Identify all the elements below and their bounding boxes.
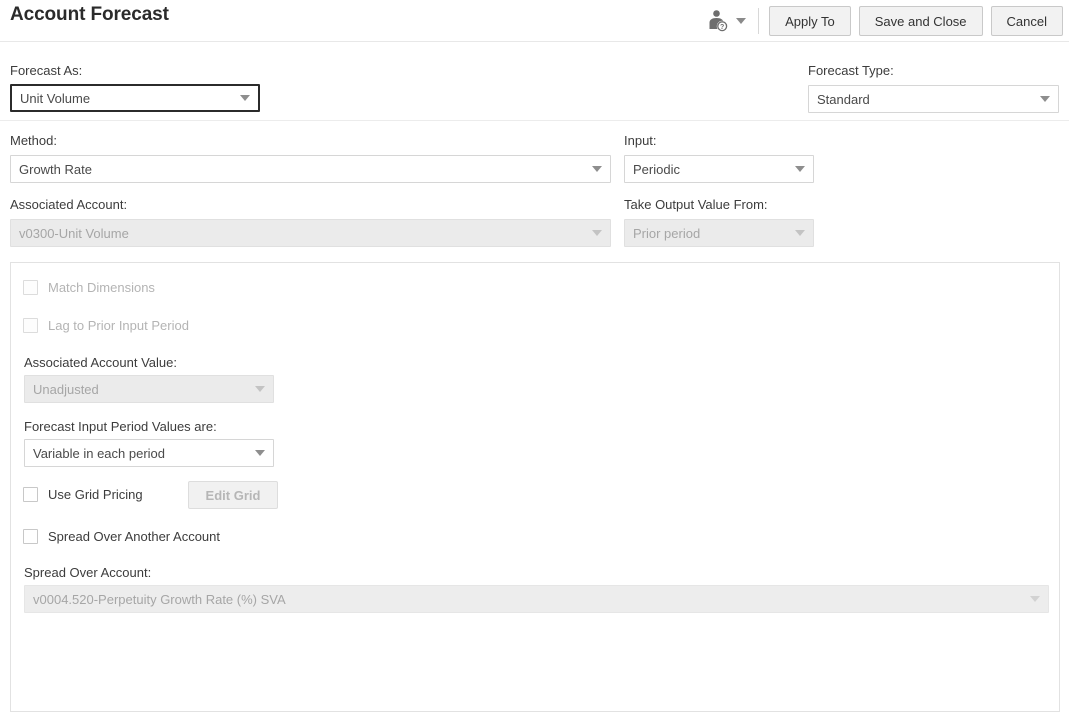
take-output-value-from-label: Take Output Value From: <box>624 197 768 212</box>
use-grid-pricing-row[interactable]: Use Grid Pricing <box>23 487 143 502</box>
chevron-down-icon <box>1030 596 1040 602</box>
spread-over-another-account-row[interactable]: Spread Over Another Account <box>23 529 220 544</box>
forecast-type-label: Forecast Type: <box>808 63 894 78</box>
forecast-options-panel: Match Dimensions Lag to Prior Input Peri… <box>10 262 1060 712</box>
spread-over-account-label: Spread Over Account: <box>24 565 152 580</box>
page-title: Account Forecast <box>10 4 169 25</box>
chevron-down-icon <box>795 230 805 236</box>
associated-account-value-value: Unadjusted <box>33 381 99 397</box>
associated-account-value-label: Associated Account Value: <box>24 355 177 370</box>
forecast-input-period-values-label: Forecast Input Period Values are: <box>24 419 217 434</box>
use-grid-pricing-label: Use Grid Pricing <box>48 487 143 502</box>
input-label: Input: <box>624 133 657 148</box>
chevron-down-icon <box>1040 96 1050 102</box>
chevron-down-icon <box>795 166 805 172</box>
input-value: Periodic <box>633 161 680 177</box>
take-output-value-from-select: Prior period <box>624 219 814 247</box>
forecast-input-period-values-select[interactable]: Variable in each period <box>24 439 274 467</box>
header-rule <box>0 41 1069 42</box>
associated-account-select: v0300-Unit Volume <box>10 219 611 247</box>
associated-account-label: Associated Account: <box>10 197 128 212</box>
spread-over-account-value: v0004.520-Perpetuity Growth Rate (%) SVA <box>33 591 286 607</box>
chevron-down-icon[interactable] <box>732 8 750 34</box>
method-label: Method: <box>10 133 57 148</box>
lag-to-prior-input-period-row[interactable]: Lag to Prior Input Period <box>23 318 189 333</box>
chevron-down-icon <box>592 230 602 236</box>
match-dimensions-row[interactable]: Match Dimensions <box>23 280 155 295</box>
forecast-as-label: Forecast As: <box>10 63 83 78</box>
spread-over-account-select: v0004.520-Perpetuity Growth Rate (%) SVA <box>24 585 1049 613</box>
user-help-icon[interactable]: ? <box>704 8 730 34</box>
chevron-down-glyph <box>736 18 747 24</box>
chevron-down-icon <box>240 95 250 101</box>
forecast-type-select[interactable]: Standard <box>808 85 1059 113</box>
apply-to-button[interactable]: Apply To <box>769 6 851 36</box>
spread-over-another-account-label: Spread Over Another Account <box>48 529 220 544</box>
svg-text:?: ? <box>720 24 724 31</box>
row-divider-1 <box>0 120 1069 121</box>
edit-grid-button[interactable]: Edit Grid <box>188 481 278 509</box>
forecast-type-value: Standard <box>817 91 870 107</box>
header-divider <box>758 8 760 34</box>
lag-to-prior-input-period-checkbox <box>23 318 38 333</box>
spread-over-another-account-checkbox <box>23 529 38 544</box>
forecast-input-period-values-value: Variable in each period <box>33 445 166 461</box>
match-dimensions-label: Match Dimensions <box>48 280 155 295</box>
forecast-as-value: Unit Volume <box>20 90 91 106</box>
associated-account-value-select: Unadjusted <box>24 375 274 403</box>
chevron-down-icon <box>592 166 602 172</box>
use-grid-pricing-checkbox <box>23 487 38 502</box>
lag-to-prior-input-period-label: Lag to Prior Input Period <box>48 318 189 333</box>
forecast-as-select[interactable]: Unit Volume <box>10 84 260 112</box>
method-value: Growth Rate <box>19 161 92 177</box>
chevron-down-icon <box>255 386 265 392</box>
save-and-close-button[interactable]: Save and Close <box>858 6 983 36</box>
take-output-value-from-value: Prior period <box>633 225 701 241</box>
chevron-down-icon <box>255 450 265 456</box>
method-select[interactable]: Growth Rate <box>10 155 611 183</box>
page-header: Account Forecast ? Apply To Save and Clo… <box>0 0 1069 42</box>
header-actions: ? Apply To Save and Close Cancel <box>704 5 1063 37</box>
match-dimensions-checkbox <box>23 280 38 295</box>
cancel-button[interactable]: Cancel <box>990 6 1063 36</box>
input-select[interactable]: Periodic <box>624 155 814 183</box>
associated-account-value: v0300-Unit Volume <box>19 225 129 241</box>
